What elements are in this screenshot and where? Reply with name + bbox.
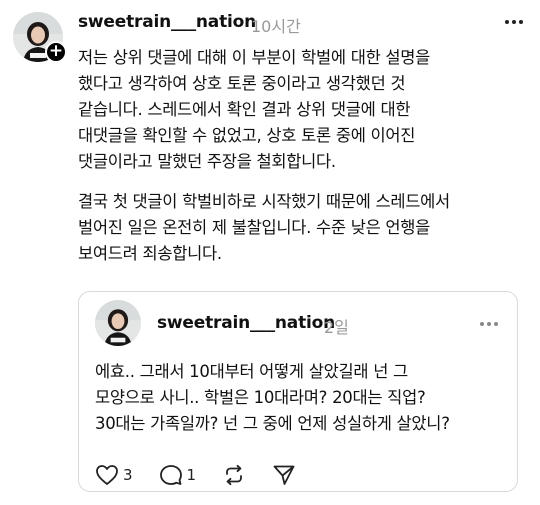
more-options-button[interactable] [502, 12, 526, 32]
post-timestamp: 10시간 [251, 17, 301, 36]
quoted-avatar[interactable] [95, 300, 141, 346]
quoted-username[interactable]: sweetrain___nation [157, 313, 335, 333]
quoted-post[interactable]: sweetrain___nation 2일 에효.. 그래서 10대부터 어떻게… [78, 291, 518, 492]
thread-post: + sweetrain___nation 10시간 저는 상위 댓글에 대해 이… [0, 0, 540, 505]
quoted-body: 에효.. 그래서 10대부터 어떻게 살았길래 넌 그 모양으로 사니.. 학벌… [95, 362, 450, 433]
repost-button[interactable] [222, 464, 246, 486]
quoted-actions-bar: 3 1 [95, 462, 322, 488]
more-horizontal-icon [505, 20, 523, 24]
send-icon [273, 465, 295, 485]
post-body: 저는 상위 댓글에 대해 이 부분이 학벌에 대한 설명을 했다고 생각하여 상… [78, 45, 530, 281]
quoted-more-options-button[interactable] [477, 314, 501, 334]
quoted-timestamp: 2일 [324, 318, 349, 337]
reply-count: 1 [186, 466, 197, 484]
like-button[interactable]: 3 [95, 464, 133, 486]
reply-button[interactable]: 1 [159, 464, 197, 486]
post-paragraph: 결국 첫 댓글이 학벌비하로 시작했기 때문에 스레드에서 벌어진 일은 온전히… [78, 192, 450, 263]
repost-icon [226, 464, 242, 486]
post-paragraph: 저는 상위 댓글에 대해 이 부분이 학벌에 대한 설명을 했다고 생각하여 상… [78, 48, 431, 171]
share-button[interactable] [272, 464, 296, 486]
heart-icon [96, 465, 118, 485]
comment-bubble-icon [159, 465, 182, 485]
post-username[interactable]: sweetrain___nation [78, 12, 256, 32]
follow-button[interactable]: + [45, 41, 67, 63]
like-count: 3 [123, 466, 133, 484]
more-horizontal-icon [480, 322, 498, 326]
